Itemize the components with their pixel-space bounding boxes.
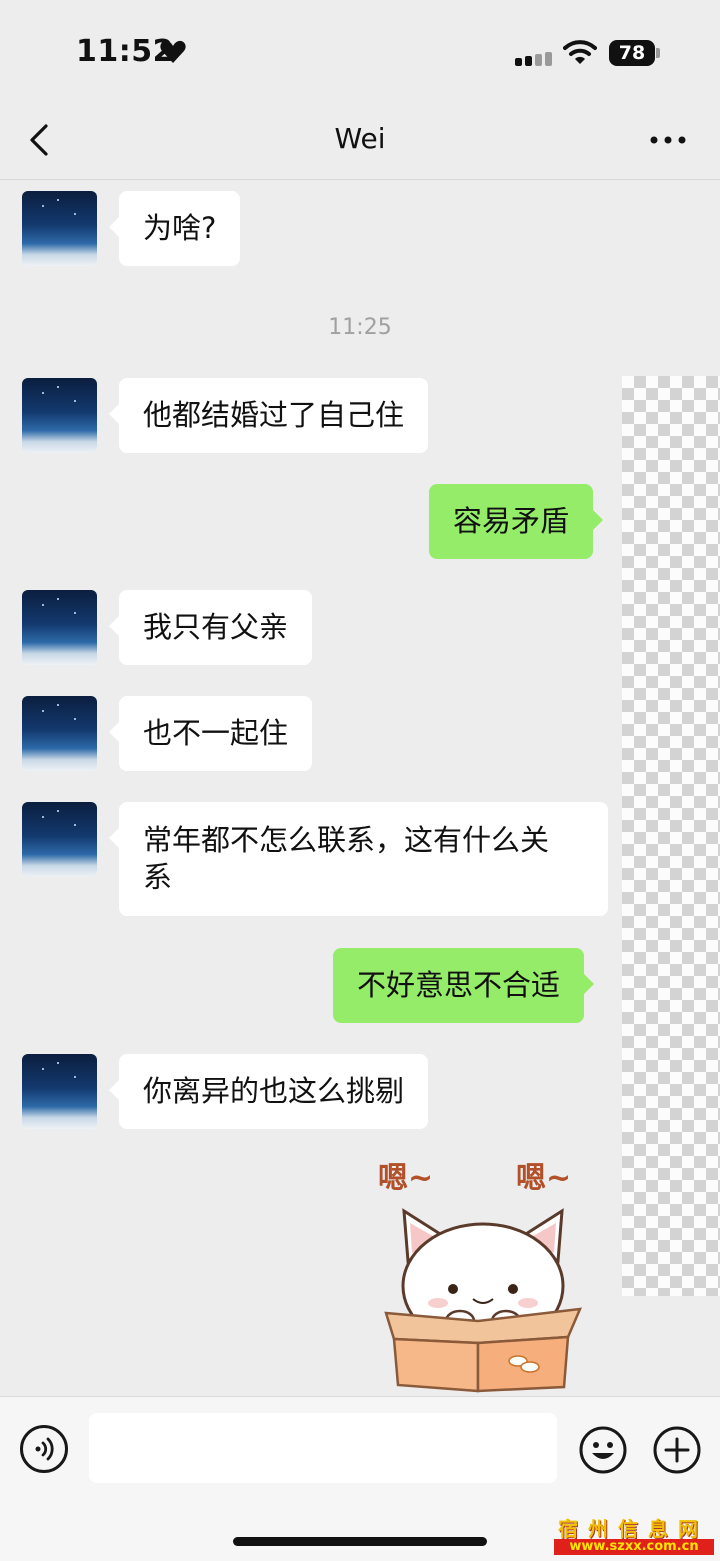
contact-avatar[interactable]: [22, 191, 97, 266]
message-bubble-incoming[interactable]: 我只有父亲: [108, 590, 313, 665]
voice-icon: [35, 1437, 54, 1461]
status-bar: 11:52 78: [0, 0, 720, 100]
transparency-overlay: [622, 376, 720, 1296]
contact-avatar[interactable]: [22, 1054, 97, 1129]
home-indicator[interactable]: [233, 1537, 487, 1546]
message-text: 为啥?: [143, 211, 217, 245]
message-bubble-incoming[interactable]: 常年都不怎么联系，这有什么关 系: [109, 802, 608, 916]
site-watermark: 宿州信息网 www.szxx.com.cn: [548, 1513, 718, 1557]
heart-icon: [160, 40, 186, 63]
contact-avatar[interactable]: [22, 696, 97, 771]
message-text-line: 系: [143, 860, 173, 894]
contact-avatar[interactable]: [22, 378, 97, 453]
cat-box-sticker[interactable]: 嗯~ 嗯~: [368, 1141, 598, 1396]
contact-avatar[interactable]: [22, 590, 97, 665]
message-text: 容易矛盾: [453, 504, 570, 538]
message-text: 你离异的也这么挑剔: [143, 1074, 405, 1108]
input-toolbar: 宿州信息网 www.szxx.com.cn: [0, 1396, 720, 1561]
message-timestamp: 11:25: [328, 315, 392, 340]
message-list[interactable]: 为啥? 11:25 他都结婚过了自己住 容易矛盾 我只有父亲 也不一起住 常年都…: [0, 181, 720, 1396]
chat-header: Wei: [0, 100, 720, 180]
cellular-signal-icon: [515, 52, 552, 66]
wifi-icon: [563, 40, 597, 64]
voice-input-button[interactable]: [20, 1425, 68, 1473]
message-text: 不好意思不合适: [357, 968, 561, 1002]
message-bubble-incoming[interactable]: 他都结婚过了自己住: [108, 378, 429, 453]
add-attachment-button[interactable]: [652, 1425, 702, 1475]
message-bubble-outgoing[interactable]: 不好意思不合适: [333, 948, 595, 1023]
more-options-icon[interactable]: [648, 126, 688, 154]
message-bubble-incoming[interactable]: 为啥?: [108, 191, 241, 266]
emoji-button[interactable]: [578, 1425, 628, 1475]
message-text: 也不一起住: [143, 716, 289, 750]
message-text-line: 常年都不怎么联系，这有什么关: [143, 823, 550, 857]
watermark-url: www.szxx.com.cn: [554, 1539, 714, 1555]
chat-title: Wei: [334, 122, 386, 155]
message-text: 他都结婚过了自己住: [143, 398, 405, 432]
message-input[interactable]: [89, 1413, 557, 1483]
watermark-title: 宿州信息网: [558, 1517, 708, 1541]
battery-level: 78: [609, 40, 655, 66]
battery-icon: 78: [609, 40, 660, 66]
cat-in-box-icon: [384, 1208, 583, 1393]
message-bubble-incoming[interactable]: 你离异的也这么挑剔: [108, 1054, 429, 1129]
message-bubble-outgoing[interactable]: 容易矛盾: [429, 484, 604, 559]
contact-avatar[interactable]: [22, 802, 97, 877]
message-bubble-incoming[interactable]: 也不一起住: [108, 696, 313, 771]
message-text: 我只有父亲: [143, 610, 289, 644]
